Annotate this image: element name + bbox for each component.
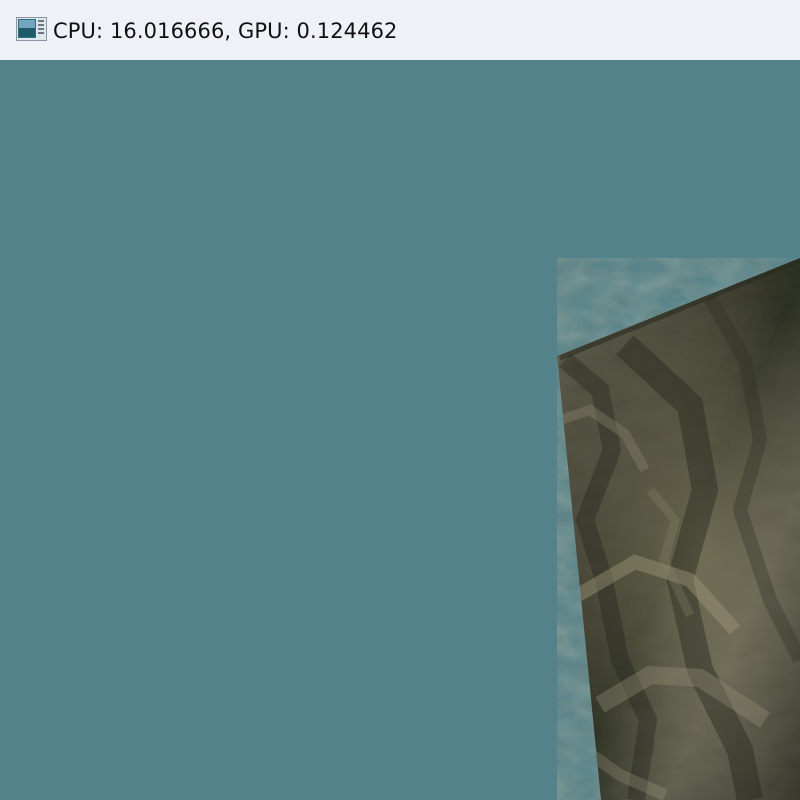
render-viewport[interactable] bbox=[0, 60, 800, 800]
window-title: CPU: 16.016666, GPU: 0.124462 bbox=[53, 19, 398, 43]
rendered-scene bbox=[557, 258, 800, 800]
application-window: CPU: 16.016666, GPU: 0.124462 bbox=[0, 0, 800, 800]
title-bar[interactable]: CPU: 16.016666, GPU: 0.124462 bbox=[0, 0, 800, 60]
rock-texture-detail bbox=[557, 258, 800, 800]
application-window-icon bbox=[16, 17, 47, 41]
